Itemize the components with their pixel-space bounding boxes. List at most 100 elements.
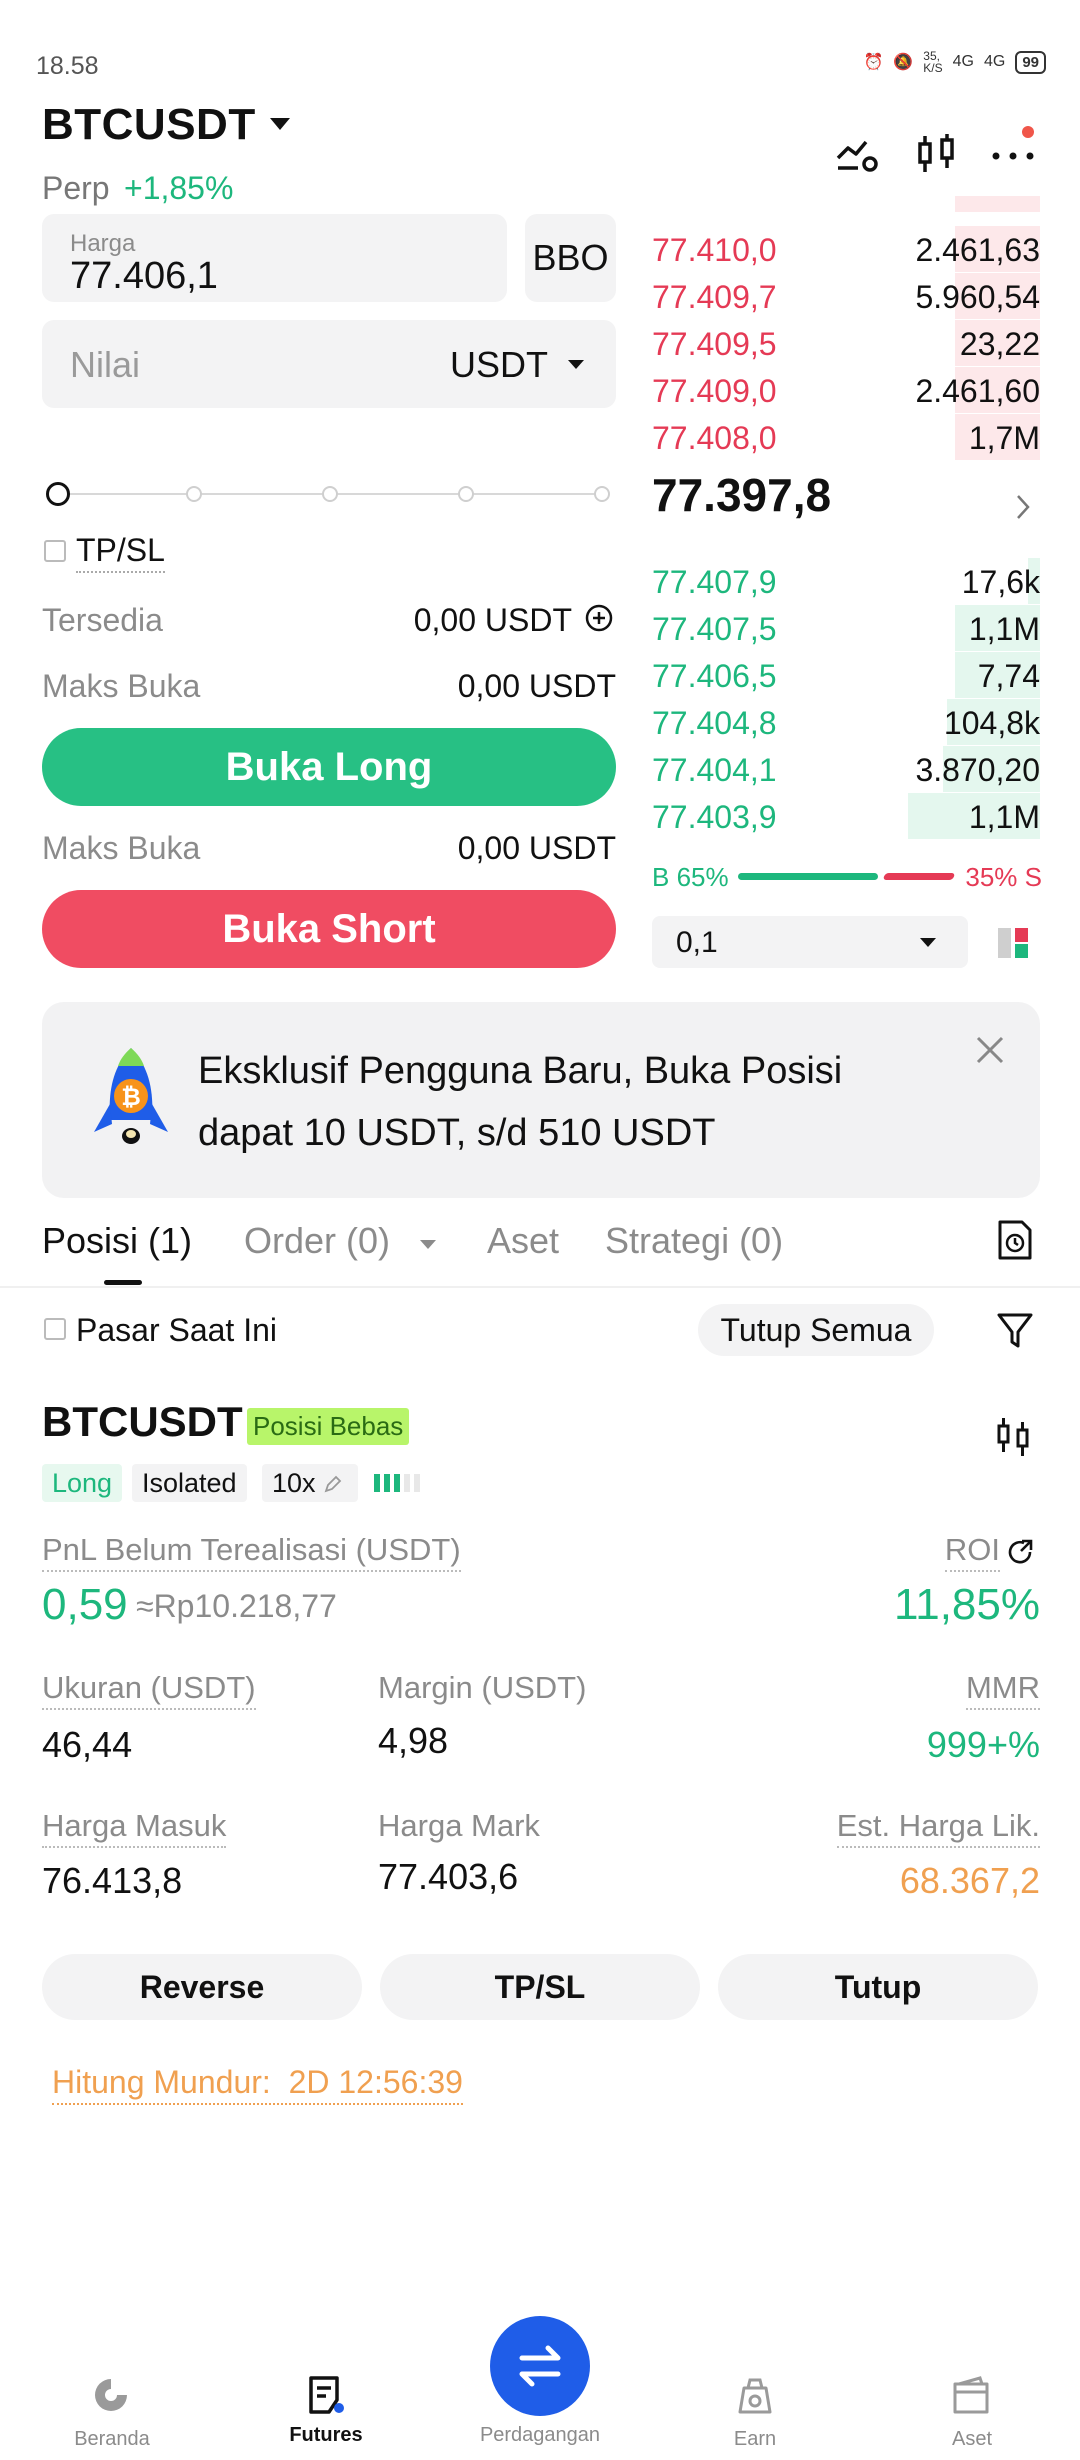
ask-price[interactable]: 77.408,0	[652, 420, 777, 457]
pair-dropdown-icon[interactable]	[270, 118, 290, 130]
tab-orders[interactable]: Order (0)	[244, 1220, 390, 1262]
filter-icon[interactable]	[996, 1310, 1034, 1352]
leverage-chip[interactable]: 10x	[262, 1464, 358, 1502]
bid-row[interactable]: 77.404,1 3.870,20	[652, 746, 1040, 792]
candlestick-chart-icon[interactable]	[994, 1414, 1034, 1458]
position-symbol[interactable]: BTCUSDT	[42, 1398, 243, 1446]
bid-qty: 17,6k	[961, 564, 1040, 600]
mmr-label: MMR	[965, 1670, 1040, 1710]
ask-price[interactable]: 77.409,0	[652, 373, 777, 410]
buy-ratio-bar	[738, 873, 878, 880]
tpsl-button[interactable]: TP/SL	[380, 1954, 700, 2020]
pair-title[interactable]: BTCUSDT	[42, 100, 256, 150]
tab-strategy[interactable]: Strategi (0)	[605, 1220, 783, 1262]
nav-futures-label[interactable]: Futures	[236, 2424, 416, 2447]
contract-type: Perp	[42, 170, 110, 206]
open-short-button[interactable]: Buka Short	[42, 890, 616, 968]
tpsl-checkbox[interactable]	[44, 540, 66, 562]
home-icon[interactable]	[90, 2374, 132, 2416]
entry-price-label: Harga Masuk	[42, 1808, 227, 1848]
ask-row[interactable]: 77.409,0 2.461,60	[652, 367, 1040, 413]
bitcoin-rocket-icon: ₿	[94, 1048, 168, 1144]
precision-dropdown-icon[interactable]	[920, 938, 936, 947]
value-input[interactable]: Nilai	[70, 344, 140, 386]
ask-row[interactable]: 77.408,0 1,7M	[652, 414, 1040, 460]
tab-assets[interactable]: Aset	[487, 1220, 559, 1262]
side-chip: Long	[42, 1464, 123, 1502]
nav-trade-label[interactable]: Perdagangan	[450, 2424, 630, 2447]
net-speed: 35, K/S	[923, 49, 943, 75]
trade-button[interactable]	[490, 2316, 590, 2416]
bid-price[interactable]: 77.406,5	[652, 658, 777, 695]
chevron-right-icon[interactable]	[1014, 492, 1032, 522]
history-icon[interactable]	[994, 1218, 1034, 1262]
bid-row[interactable]: 77.407,9 17,6k	[652, 558, 1040, 604]
bid-qty: 7,74	[977, 658, 1040, 694]
bid-qty: 3.870,20	[915, 752, 1040, 788]
precision-value[interactable]: 0,1	[676, 926, 718, 960]
candlestick-chart-icon[interactable]	[912, 130, 962, 180]
current-market-label[interactable]: Pasar Saat Ini	[76, 1312, 277, 1349]
tpsl-label[interactable]: TP/SL	[76, 532, 165, 573]
earn-icon[interactable]	[734, 2374, 776, 2416]
ask-qty: 23,22	[959, 326, 1040, 362]
promo-text[interactable]: Eksklusif Pengguna Baru, Buka Posisi dap…	[198, 1040, 938, 1164]
tabs-divider	[0, 1286, 1080, 1288]
bid-row[interactable]: 77.404,8 104,8k	[652, 699, 1040, 745]
close-position-button[interactable]: Tutup	[718, 1954, 1038, 2020]
price-input[interactable]: 77.406,1	[70, 255, 218, 298]
status-icons: ⏰ 🔕 35, K/S 4G 4G 99	[863, 50, 1046, 74]
ask-row[interactable]: 77.409,7 5.960,54	[652, 273, 1040, 319]
size-label: Ukuran (USDT)	[42, 1670, 256, 1710]
ask-price[interactable]: 77.409,7	[652, 279, 777, 316]
bid-price[interactable]: 77.407,9	[652, 564, 777, 601]
slider-stop[interactable]	[322, 486, 338, 502]
wallet-icon[interactable]	[950, 2374, 992, 2416]
sell-ratio-bar	[882, 873, 956, 880]
bid-price[interactable]: 77.404,1	[652, 752, 777, 789]
swap-icon	[519, 2345, 561, 2387]
open-long-button[interactable]: Buka Long	[42, 728, 616, 806]
pnl-idr-value: ≈Rp10.218,77	[136, 1588, 337, 1624]
ask-qty: 2.461,63	[915, 232, 1040, 268]
alarm-icon: ⏰	[863, 54, 884, 71]
bid-price[interactable]: 77.404,8	[652, 705, 777, 742]
edit-icon[interactable]	[323, 1474, 343, 1494]
more-icon[interactable]	[988, 130, 1038, 180]
share-icon[interactable]	[1006, 1538, 1036, 1568]
bid-price[interactable]: 77.403,9	[652, 799, 777, 836]
tab-positions[interactable]: Posisi (1)	[42, 1220, 192, 1262]
ask-row[interactable]: 77.409,5 23,22	[652, 320, 1040, 366]
bid-row[interactable]: 77.406,5 7,74	[652, 652, 1040, 698]
price-alert-icon[interactable]	[832, 130, 882, 180]
nav-earn-label[interactable]: Earn	[665, 2428, 845, 2451]
bid-row[interactable]: 77.407,5 1,1M	[652, 605, 1040, 651]
bbo-button[interactable]: BBO	[525, 214, 616, 302]
close-icon[interactable]	[972, 1032, 1008, 1068]
nav-home-label[interactable]: Beranda	[22, 2428, 202, 2451]
price-change: +1,85%	[124, 170, 234, 206]
current-market-checkbox[interactable]	[44, 1318, 66, 1340]
add-funds-icon[interactable]	[584, 603, 614, 633]
futures-icon[interactable]	[304, 2374, 346, 2416]
margin-mode-chip[interactable]: Isolated	[132, 1464, 247, 1502]
bid-row[interactable]: 77.403,9 1,1M	[652, 793, 1040, 839]
slider-stop[interactable]	[594, 486, 610, 502]
ask-row[interactable]: 77.410,0 2.461,63	[652, 226, 1040, 272]
ask-price[interactable]: 77.409,5	[652, 326, 777, 363]
bid-price[interactable]: 77.407,5	[652, 611, 777, 648]
max-open-short-value: 0,00 USDT	[457, 830, 616, 866]
slider-stop[interactable]	[186, 486, 202, 502]
ask-price[interactable]: 77.410,0	[652, 232, 777, 269]
slider-stop[interactable]	[458, 486, 474, 502]
unit-select[interactable]: USDT	[450, 344, 548, 386]
liq-price-label: Est. Harga Lik.	[836, 1808, 1040, 1848]
orderbook-layout-icon[interactable]	[996, 926, 1030, 960]
orderbook-cut-row	[652, 196, 1040, 212]
unit-dropdown-icon[interactable]	[568, 360, 584, 369]
reverse-button[interactable]: Reverse	[42, 1954, 362, 2020]
slider-knob[interactable]	[46, 482, 70, 506]
orders-dropdown-icon[interactable]	[420, 1240, 436, 1249]
close-all-button[interactable]: Tutup Semua	[698, 1304, 934, 1356]
nav-assets-label[interactable]: Aset	[882, 2428, 1062, 2451]
